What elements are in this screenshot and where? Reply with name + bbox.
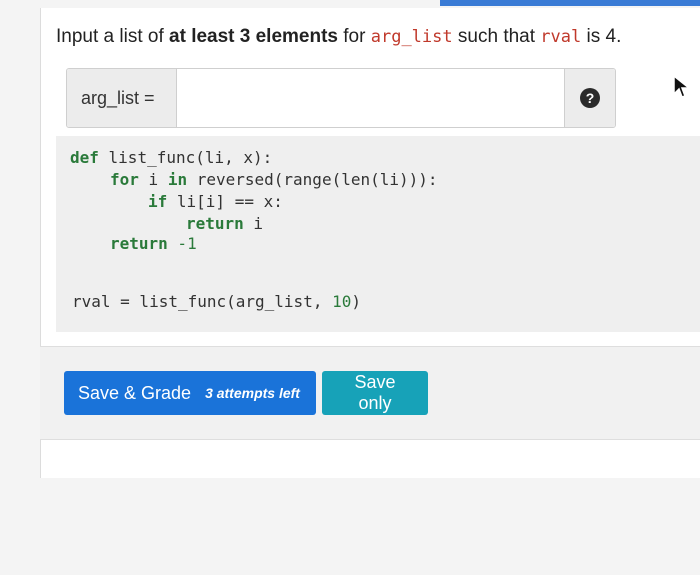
code-block: def list_func(li, x): for i in reversed(…: [56, 136, 700, 332]
code-line: rval = list_func(arg_list, 10): [72, 292, 361, 311]
arg-list-code: arg_list: [370, 27, 453, 47]
code-line: return i: [186, 214, 264, 233]
top-accent-bar: [440, 0, 700, 6]
code-line: return -1: [110, 234, 197, 253]
code-line: for i in reversed(range(len(li))):: [110, 170, 438, 189]
answer-input-group: arg_list = ?: [66, 68, 616, 128]
rval-code: rval: [540, 27, 582, 47]
arg-list-label: arg_list =: [67, 69, 177, 127]
save-only-button[interactable]: Save only: [322, 371, 428, 415]
attempts-left-label: 3 attempts left: [205, 385, 300, 401]
button-bar: Save & Grade 3 attempts left Save only: [40, 346, 700, 440]
code-line: def list_func(li, x):: [70, 148, 273, 167]
question-mark-icon: ?: [580, 88, 600, 108]
arg-list-input[interactable]: [177, 69, 564, 127]
code-line: if li[i] == x:: [148, 192, 283, 211]
question-prompt: Input a list of at least 3 elements for …: [56, 26, 622, 47]
help-button[interactable]: ?: [564, 69, 615, 127]
save-and-grade-button[interactable]: Save & Grade 3 attempts left: [64, 371, 316, 415]
save-and-grade-label: Save & Grade: [78, 382, 192, 403]
